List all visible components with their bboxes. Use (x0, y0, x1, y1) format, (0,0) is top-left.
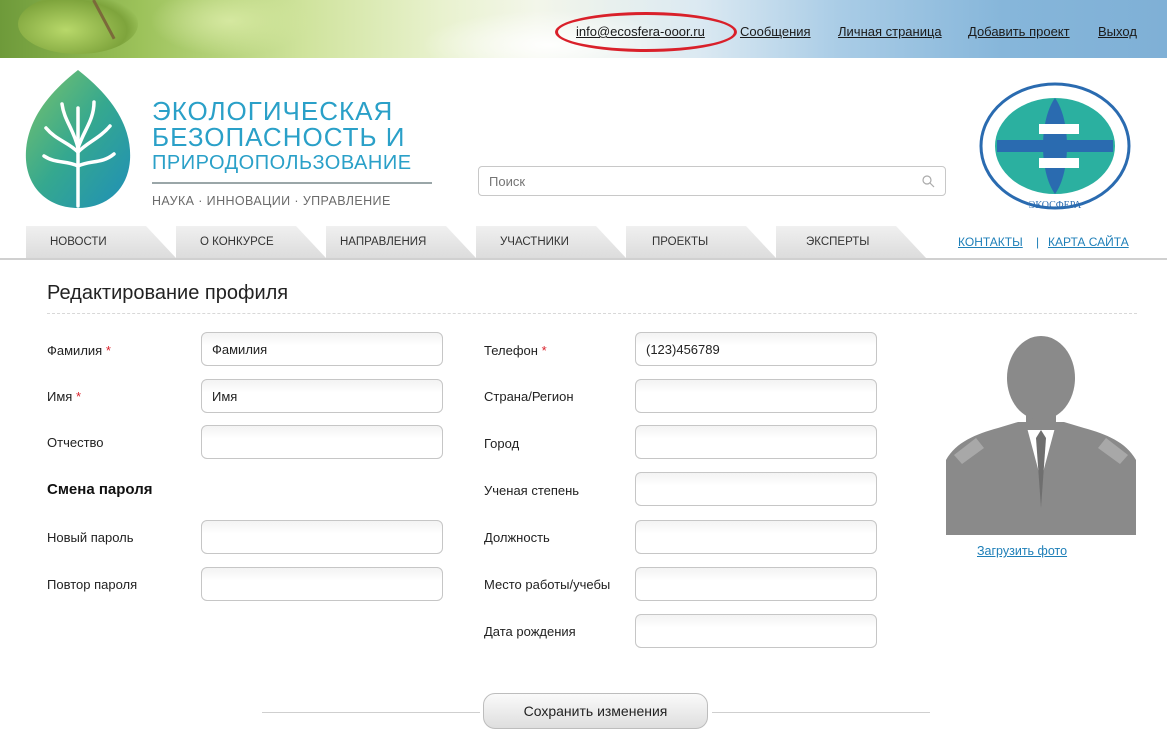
ecosfera-emblem-icon: ЭКОСФЕРА (979, 82, 1131, 211)
tab-directions[interactable]: НАПРАВЛЕНИЯ (326, 226, 476, 258)
phone-label: Телефон * (484, 343, 547, 358)
required-mark: * (105, 343, 111, 358)
save-divider-right (712, 712, 930, 713)
required-mark: * (75, 389, 82, 404)
tab-projects-label: ПРОЕКТЫ (652, 236, 709, 248)
last-name-label: Фамилия * (47, 343, 111, 358)
new-password-field[interactable] (201, 520, 443, 554)
tab-participants[interactable]: УЧАСТНИКИ (476, 226, 626, 258)
middle-name-label: Отчество (47, 435, 104, 450)
logo-title-line3: ПРИРОДОПОЛЬЗОВАНИЕ (152, 152, 412, 174)
upload-photo-link[interactable]: Загрузить фото (977, 544, 1067, 558)
search-icon[interactable] (921, 174, 935, 188)
tab-news-label: НОВОСТИ (50, 236, 107, 248)
new-password-label: Новый пароль (47, 530, 134, 545)
add-project-link[interactable]: Добавить проект (968, 24, 1070, 39)
last-name-field[interactable] (201, 332, 443, 366)
middle-name-field[interactable] (201, 425, 443, 459)
first-name-field[interactable] (201, 379, 443, 413)
required-mark: * (541, 343, 547, 358)
save-divider-left (262, 712, 480, 713)
logo-tagline: НАУКА · ИННОВАЦИИ · УПРАВЛЕНИЕ (152, 194, 391, 208)
tab-directions-label: НАПРАВЛЕНИЯ (340, 236, 427, 248)
banner-leaves-decoration (150, 0, 310, 56)
tab-about-contest-label: О КОНКУРСЕ (200, 236, 274, 248)
save-changes-button[interactable]: Сохранить изменения (483, 693, 708, 729)
city-label: Город (484, 436, 520, 451)
repeat-password-label: Повтор пароля (47, 577, 138, 592)
first-name-label: Имя * (47, 389, 82, 404)
password-section-heading: Смена пароля (47, 481, 153, 498)
logout-link[interactable]: Выход (1098, 24, 1137, 39)
workplace-label: Место работы/учебы (484, 577, 611, 592)
title-divider (47, 313, 1137, 314)
tab-projects[interactable]: ПРОЕКТЫ (626, 226, 776, 258)
logo-title-line1: ЭКОЛОГИЧЕСКАЯ (152, 96, 394, 126)
position-label: Должность (484, 530, 550, 545)
country-label: Страна/Регион (484, 389, 574, 404)
search-input[interactable] (479, 167, 919, 195)
tab-participants-label: УЧАСТНИКИ (500, 236, 569, 248)
page-title: Редактирование профиля (47, 282, 289, 304)
main-nav: НОВОСТИ О КОНКУРСЕ НАПРАВЛЕНИЯ УЧАСТНИКИ… (0, 226, 1167, 260)
birthdate-label: Дата рождения (484, 624, 576, 639)
phone-field[interactable] (635, 332, 877, 366)
tab-experts[interactable]: ЭКСПЕРТЫ (776, 226, 926, 258)
search-box (478, 166, 946, 196)
banner-leaves-decoration (18, 0, 138, 54)
position-field[interactable] (635, 520, 877, 554)
repeat-password-field[interactable] (201, 567, 443, 601)
leaf-tree-logo-icon (25, 70, 131, 208)
sitemap-link[interactable]: КАРТА САЙТА (1048, 235, 1129, 249)
country-field[interactable] (635, 379, 877, 413)
tab-about-contest[interactable]: О КОНКУРСЕ (176, 226, 326, 258)
workplace-field[interactable] (635, 567, 877, 601)
birthdate-field[interactable] (635, 614, 877, 648)
avatar-placeholder-icon (946, 330, 1136, 535)
logo-title-line2: БЕЗОПАСНОСТЬ И (152, 122, 406, 152)
degree-field[interactable] (635, 472, 877, 506)
messages-link[interactable]: Сообщения (740, 24, 811, 39)
tab-experts-label: ЭКСПЕРТЫ (806, 236, 870, 248)
nav-separator: | (1036, 235, 1040, 249)
highlight-oval (555, 12, 737, 52)
contacts-link[interactable]: КОНТАКТЫ (958, 235, 1023, 249)
degree-label: Ученая степень (484, 483, 580, 498)
tab-news[interactable]: НОВОСТИ (26, 226, 176, 258)
logo-divider (152, 182, 432, 184)
emblem-caption: ЭКОСФЕРА (1029, 200, 1082, 211)
city-field[interactable] (635, 425, 877, 459)
nav-underline (0, 258, 1167, 260)
personal-page-link[interactable]: Личная страница (838, 24, 942, 39)
